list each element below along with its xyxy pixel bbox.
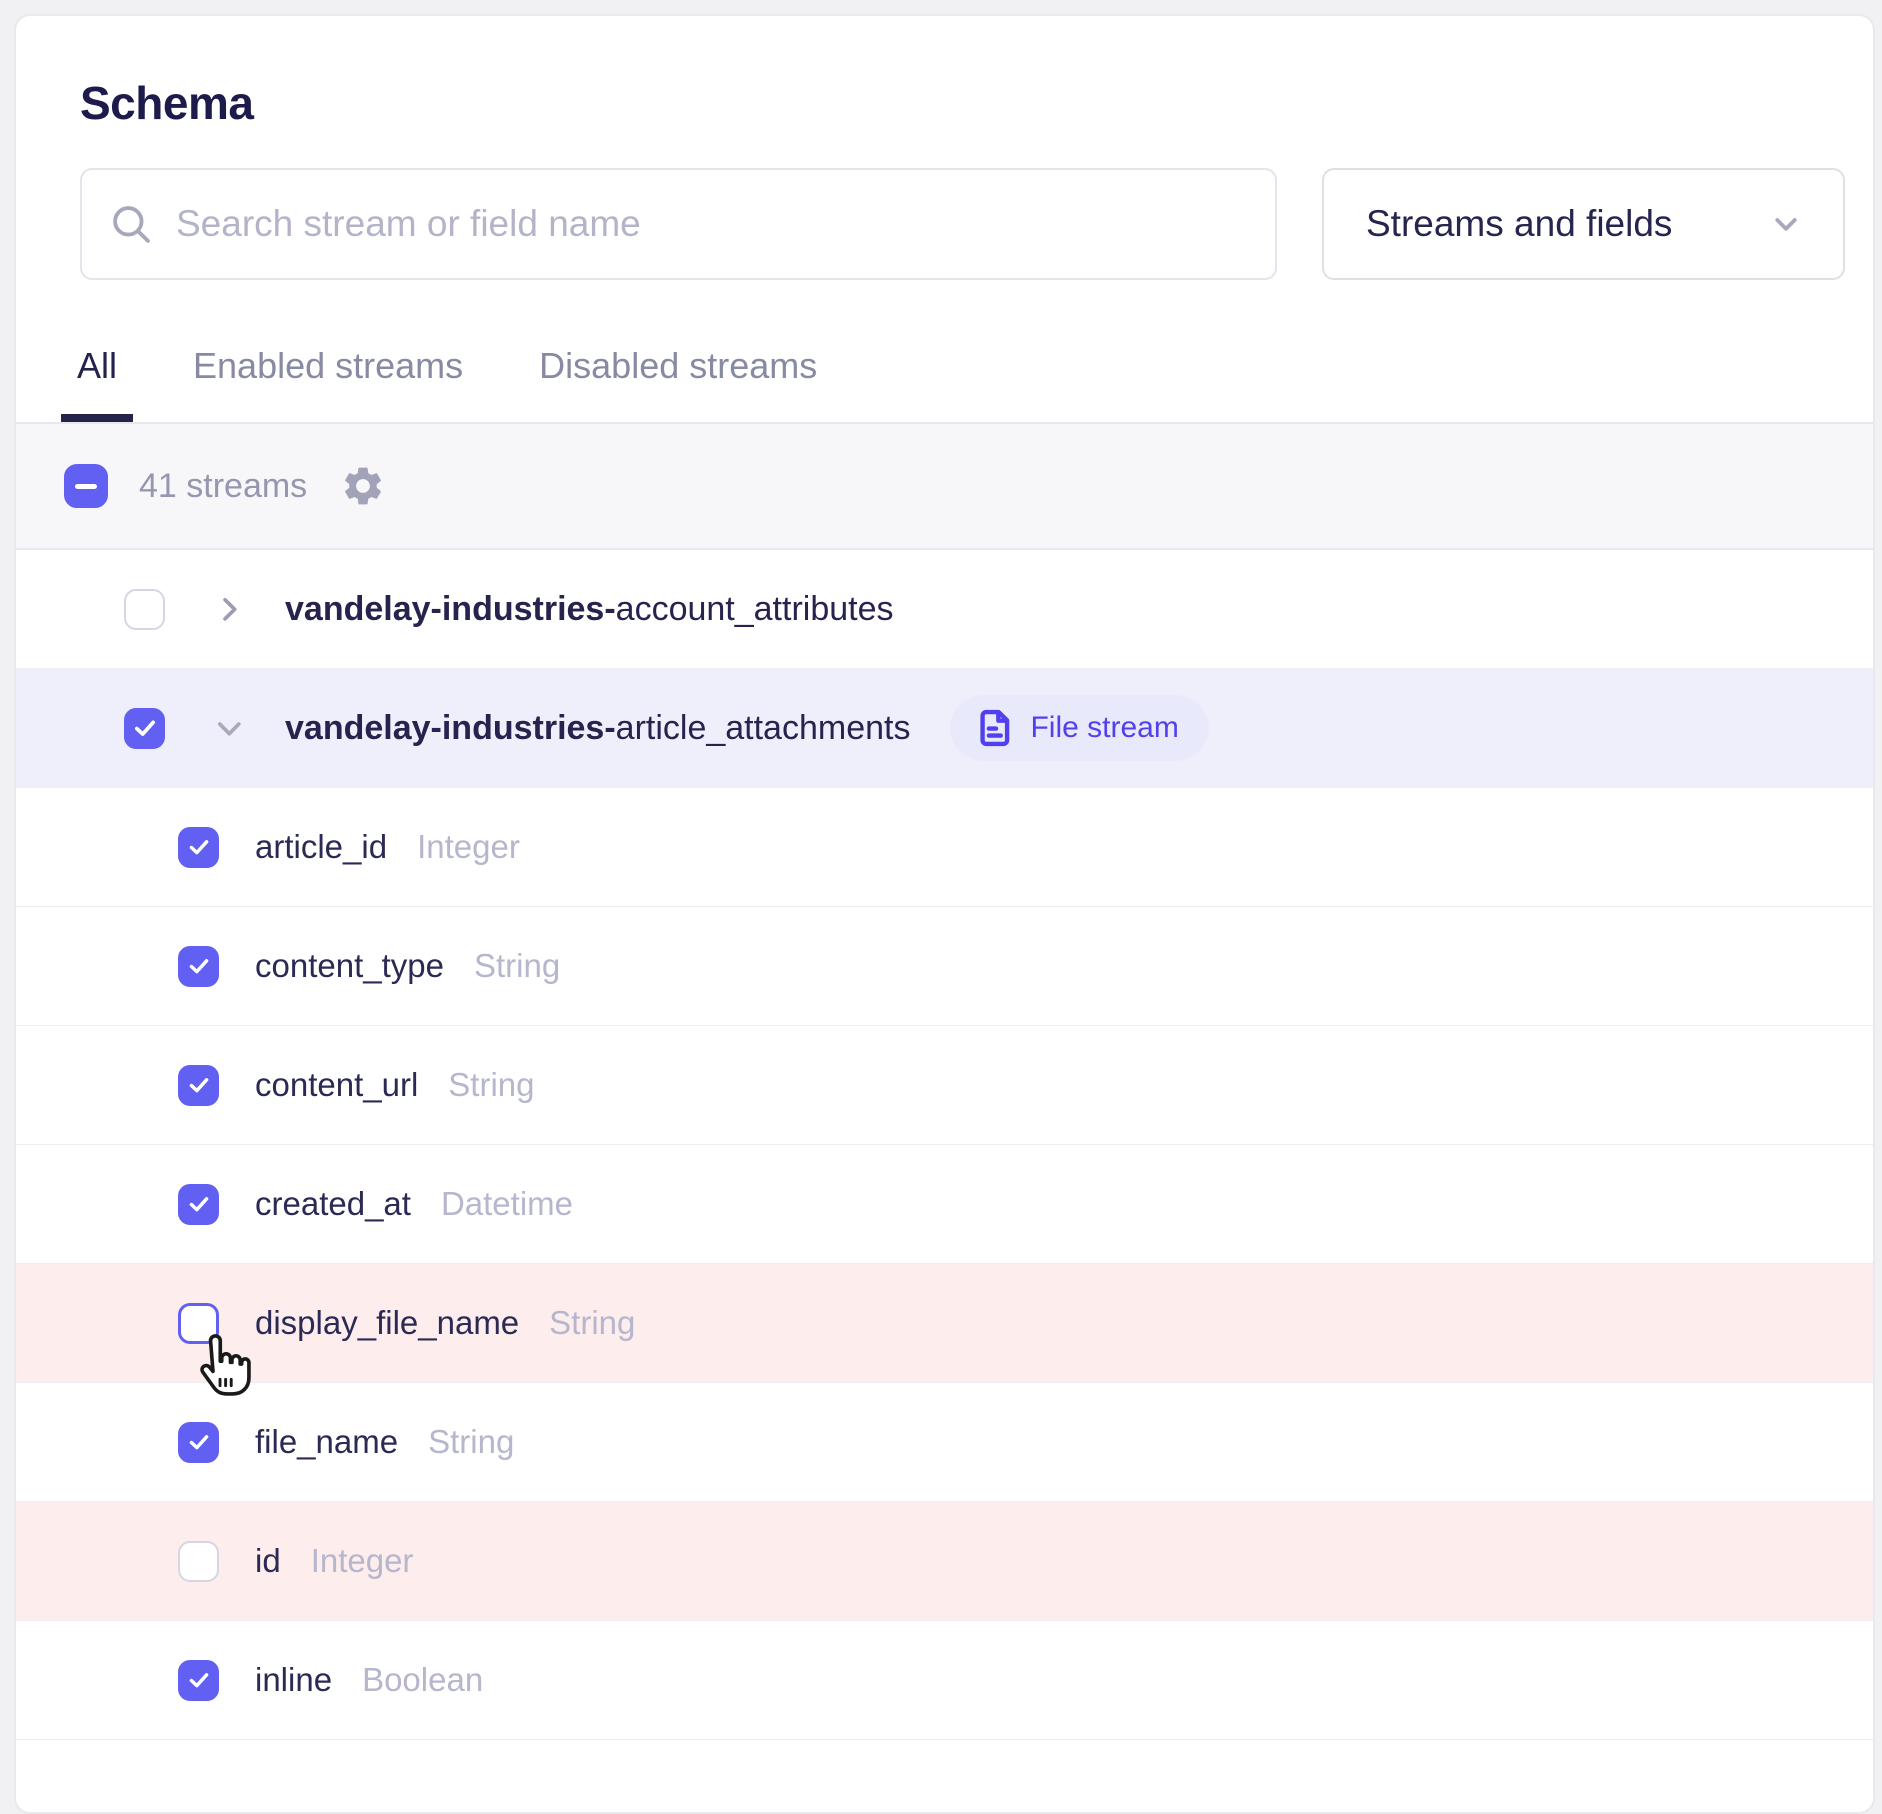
tab-enabled-streams[interactable]: Enabled streams (177, 344, 479, 422)
field-row-display-file-name: display_file_name String (16, 1264, 1873, 1383)
stream-count: 41 streams (139, 467, 307, 506)
badge-label: File stream (1030, 711, 1178, 745)
field-checkbox[interactable] (178, 1422, 219, 1463)
tab-all[interactable]: All (61, 344, 133, 422)
field-type: Integer (417, 828, 520, 866)
field-type: Integer (311, 1542, 414, 1580)
file-icon (974, 707, 1016, 749)
schema-panel: Schema Streams and fields All Enabled st… (14, 14, 1875, 1814)
field-name: content_url (255, 1066, 418, 1104)
stream-name: vandelay-industries-account_attributes (285, 590, 894, 629)
chevron-down-icon[interactable] (212, 711, 246, 745)
field-name: display_file_name (255, 1304, 519, 1342)
field-row-content-type: content_type String (16, 907, 1873, 1026)
field-name: inline (255, 1661, 332, 1699)
stream-name-suffix: account_attributes (616, 590, 894, 628)
stream-name-prefix: vandelay-industries- (285, 709, 616, 747)
field-row-content-url: content_url String (16, 1026, 1873, 1145)
field-name: created_at (255, 1185, 411, 1223)
view-mode-value: Streams and fields (1366, 203, 1672, 245)
field-name: file_name (255, 1423, 398, 1461)
field-name: article_id (255, 828, 387, 866)
search-input[interactable] (154, 203, 1275, 245)
stream-name: vandelay-industries-article_attachments (285, 709, 910, 748)
stream-checkbox[interactable] (124, 589, 165, 630)
field-checkbox[interactable] (178, 1065, 219, 1106)
field-type: Boolean (362, 1661, 483, 1699)
field-row-created-at: created_at Datetime (16, 1145, 1873, 1264)
field-type: String (428, 1423, 514, 1461)
stream-checkbox[interactable] (124, 708, 165, 749)
field-name: id (255, 1542, 281, 1580)
field-row-file-name: file_name String (16, 1383, 1873, 1502)
field-type: String (474, 947, 560, 985)
stream-name-prefix: vandelay-industries- (285, 590, 616, 628)
stream-name-suffix: article_attachments (616, 709, 911, 747)
select-all-checkbox[interactable] (64, 464, 108, 508)
field-row-id: id Integer (16, 1502, 1873, 1621)
settings-gear-icon[interactable] (340, 463, 386, 509)
streams-toolbar: 41 streams (16, 424, 1873, 550)
stream-row-article-attachments: vandelay-industries-article_attachments … (16, 669, 1873, 788)
chevron-right-icon[interactable] (212, 592, 246, 626)
field-type: Datetime (441, 1185, 573, 1223)
field-name: content_type (255, 947, 444, 985)
page-title: Schema (80, 78, 1809, 128)
field-checkbox[interactable] (178, 1303, 219, 1344)
field-checkbox[interactable] (178, 1541, 219, 1582)
file-stream-badge: File stream (950, 695, 1208, 761)
field-checkbox[interactable] (178, 1184, 219, 1225)
field-checkbox[interactable] (178, 827, 219, 868)
search-icon (108, 201, 154, 247)
field-checkbox[interactable] (178, 946, 219, 987)
field-type: String (549, 1304, 635, 1342)
tab-bar: All Enabled streams Disabled streams (16, 344, 1873, 424)
tab-disabled-streams[interactable]: Disabled streams (523, 344, 833, 422)
stream-list: vandelay-industries-account_attributes v… (16, 550, 1873, 1740)
field-row-article-id: article_id Integer (16, 788, 1873, 907)
stream-row-account-attributes: vandelay-industries-account_attributes (16, 550, 1873, 669)
view-mode-dropdown[interactable]: Streams and fields (1322, 168, 1845, 280)
search-box[interactable] (80, 168, 1277, 280)
field-checkbox[interactable] (178, 1660, 219, 1701)
field-type: String (448, 1066, 534, 1104)
field-row-inline: inline Boolean (16, 1621, 1873, 1740)
chevron-down-icon (1767, 205, 1805, 243)
